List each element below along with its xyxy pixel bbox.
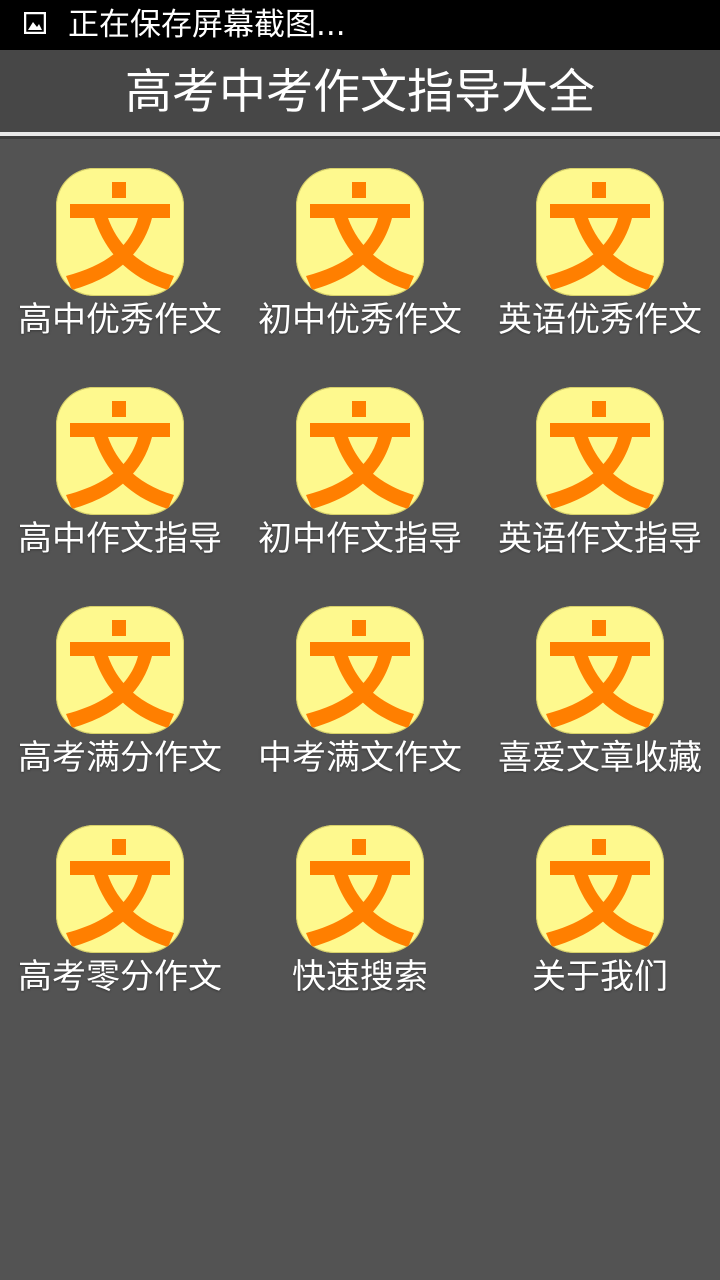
status-bar-text: 正在保存屏幕截图... bbox=[68, 7, 346, 43]
page-title: 高考中考作文指导大全 bbox=[125, 65, 595, 120]
wen-character-icon bbox=[296, 825, 424, 953]
wen-glyph bbox=[306, 839, 414, 947]
wen-glyph bbox=[306, 620, 414, 728]
menu-item-gaokao-full-marks[interactable]: 高考满分作文 bbox=[0, 603, 240, 803]
menu-item-label: 初中优秀作文 bbox=[258, 300, 462, 340]
wen-glyph bbox=[306, 182, 414, 290]
menu-item-label: 英语优秀作文 bbox=[498, 300, 702, 340]
wen-glyph bbox=[546, 182, 654, 290]
menu-item-zhongkao-full-marks[interactable]: 中考满文作文 bbox=[240, 603, 480, 803]
status-bar: 正在保存屏幕截图... bbox=[0, 0, 720, 50]
menu-item-label: 中考满文作文 bbox=[258, 738, 462, 778]
title-bar: 高考中考作文指导大全 bbox=[0, 50, 720, 132]
menu-item-high-school-guide[interactable]: 高中作文指导 bbox=[0, 384, 240, 584]
title-divider-shadow bbox=[0, 136, 720, 139]
menu-item-middle-school-excellent[interactable]: 初中优秀作文 bbox=[240, 165, 480, 365]
menu-item-favorites[interactable]: 喜爱文章收藏 bbox=[480, 603, 720, 803]
menu-item-label: 英语作文指导 bbox=[498, 519, 702, 559]
wen-glyph bbox=[66, 182, 174, 290]
menu-item-high-school-excellent[interactable]: 高中优秀作文 bbox=[0, 165, 240, 365]
wen-glyph bbox=[66, 620, 174, 728]
menu-item-label: 高中优秀作文 bbox=[18, 300, 222, 340]
menu-item-english-excellent[interactable]: 英语优秀作文 bbox=[480, 165, 720, 365]
wen-character-icon bbox=[536, 168, 664, 296]
menu-item-label: 高考零分作文 bbox=[18, 957, 222, 997]
image-icon bbox=[24, 12, 46, 34]
menu-item-label: 高中作文指导 bbox=[18, 519, 222, 559]
wen-glyph bbox=[66, 839, 174, 947]
menu-item-about-us[interactable]: 关于我们 bbox=[480, 822, 720, 1022]
menu-item-gaokao-zero-marks[interactable]: 高考零分作文 bbox=[0, 822, 240, 1022]
menu-item-label: 关于我们 bbox=[532, 957, 668, 997]
wen-character-icon bbox=[536, 825, 664, 953]
wen-character-icon bbox=[536, 606, 664, 734]
wen-character-icon bbox=[56, 606, 184, 734]
menu-item-quick-search[interactable]: 快速搜索 bbox=[240, 822, 480, 1022]
wen-character-icon bbox=[296, 387, 424, 515]
wen-character-icon bbox=[56, 387, 184, 515]
wen-character-icon bbox=[296, 168, 424, 296]
wen-glyph bbox=[546, 401, 654, 509]
menu-item-middle-school-guide[interactable]: 初中作文指导 bbox=[240, 384, 480, 584]
wen-glyph bbox=[546, 839, 654, 947]
wen-glyph bbox=[66, 401, 174, 509]
wen-character-icon bbox=[296, 606, 424, 734]
wen-character-icon bbox=[56, 825, 184, 953]
menu-item-label: 喜爱文章收藏 bbox=[498, 738, 702, 778]
wen-glyph bbox=[306, 401, 414, 509]
wen-glyph bbox=[546, 620, 654, 728]
wen-character-icon bbox=[536, 387, 664, 515]
menu-item-label: 快速搜索 bbox=[292, 957, 428, 997]
wen-character-icon bbox=[56, 168, 184, 296]
menu-item-label: 高考满分作文 bbox=[18, 738, 222, 778]
menu-item-label: 初中作文指导 bbox=[258, 519, 462, 559]
menu-item-english-guide[interactable]: 英语作文指导 bbox=[480, 384, 720, 584]
